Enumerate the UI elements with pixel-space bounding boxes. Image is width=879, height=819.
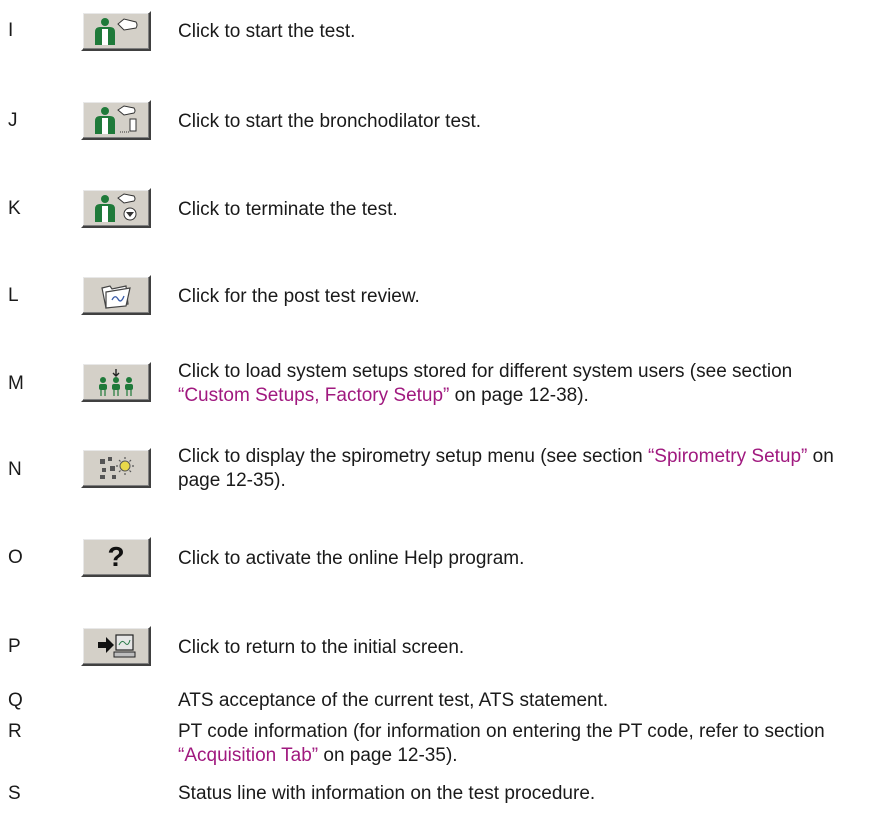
spirometry-setup-button[interactable] [81, 448, 151, 488]
person-lung-inhaler-icon [95, 105, 137, 134]
row-description: Click to load system setups stored for d… [178, 360, 868, 408]
row-description: Click for the post test review. [178, 286, 420, 307]
row-letter: J [8, 110, 18, 131]
description-text: Click to display the spirometry setup me… [178, 446, 648, 467]
row-letter: R [8, 721, 22, 742]
return-screen-icon [98, 634, 136, 658]
description-text: on page 12-35). [318, 745, 458, 766]
row-letter: S [8, 783, 21, 804]
row-letter: O [8, 547, 23, 568]
description-text: PT code information (for information on … [178, 721, 825, 742]
folder-review-icon [101, 285, 131, 309]
person-lung-stop-icon [95, 193, 137, 222]
terminate-test-button[interactable] [81, 188, 151, 228]
row-description: Click to start the bronchodilator test. [178, 111, 482, 132]
help-icon: ? [107, 541, 125, 572]
row-letter: I [8, 20, 14, 41]
start-test-button[interactable] [81, 11, 151, 51]
custom-setups-link[interactable]: “Custom Setups, Factory Setup” [178, 385, 449, 406]
row-letter: K [8, 198, 21, 219]
row-letter: Q [8, 690, 23, 711]
setup-menu-icon [100, 457, 134, 479]
post-test-review-button[interactable] [81, 275, 151, 315]
spirometry-setup-link[interactable]: “Spirometry Setup” [648, 446, 807, 467]
row-description: Click to return to the initial screen. [178, 637, 465, 658]
row-description: Click to terminate the test. [178, 199, 398, 220]
row-letter: N [8, 459, 22, 480]
acquisition-tab-link[interactable]: “Acquisition Tab” [178, 745, 318, 766]
row-letter: M [8, 373, 24, 394]
start-bronchodilator-test-button[interactable] [81, 100, 151, 140]
row-letter: P [8, 636, 21, 657]
return-initial-screen-button[interactable] [81, 626, 151, 666]
row-description: ATS acceptance of the current test, ATS … [178, 690, 609, 711]
row-description: Click to activate the online Help progra… [178, 548, 525, 569]
row-letter: L [8, 285, 19, 306]
row-description: Status line with information on the test… [178, 783, 596, 804]
description-text: on page 12-38). [449, 385, 589, 406]
row-description: Click to start the test. [178, 21, 356, 42]
row-description: Click to display the spirometry setup me… [178, 445, 868, 493]
description-text: Click to load system setups stored for d… [178, 361, 793, 382]
help-button[interactable]: ? [81, 537, 151, 577]
load-user-setups-button[interactable] [81, 362, 151, 402]
users-setup-icon [99, 369, 133, 396]
row-description: PT code information (for information on … [178, 720, 868, 768]
person-lung-icon [95, 18, 138, 45]
